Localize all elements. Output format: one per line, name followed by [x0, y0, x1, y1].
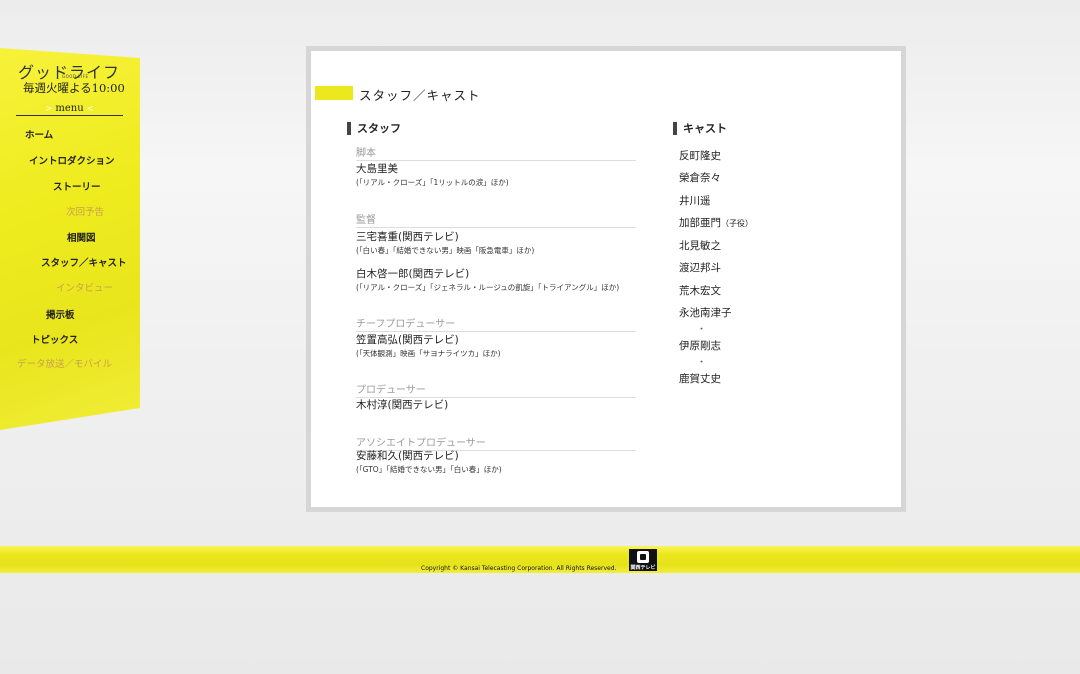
content-card: スタッフ／キャスト スタッフ 脚本 大島里美 (「リアル・クローズ」「1リットル… [306, 46, 906, 512]
copyright: Copyright © Kansai Telecasting Corporati… [421, 565, 617, 572]
menu-label: menu [55, 103, 84, 114]
menu-header: > menu < [16, 103, 123, 116]
cast-member: 加部亜門（子役） [679, 215, 753, 230]
cast-member: 北見敏之 [679, 240, 721, 252]
nav-next-preview[interactable]: 次回予告 [66, 204, 104, 218]
nav-staff-cast[interactable]: スタッフ／キャスト [41, 255, 127, 269]
cast-heading: キャスト [673, 122, 727, 135]
nav-bbs[interactable]: 掲示板 [46, 307, 75, 321]
arrow-left-icon: < [86, 104, 94, 113]
cast-member: 永池南津子 [679, 307, 732, 319]
staff-heading: スタッフ [347, 122, 401, 135]
staff-name: 白木啓一郎(関西テレビ) [356, 268, 470, 280]
staff-name: 大島里美 [356, 163, 398, 175]
cast-member: 井川遥 [679, 195, 711, 207]
show-logo-sub: GOOD LIFE [62, 74, 89, 79]
staff-works: (「リアル・クローズ」「ジェネラル・ルージュの凱旋」「トライアングル」ほか) [356, 283, 620, 292]
staff-name: 木村淳(関西テレビ) [356, 399, 449, 411]
broadcast-time: 毎週火曜よる10:00 [23, 81, 125, 95]
cast-member: 伊原剛志 [679, 340, 721, 352]
staff-works: (「天体観測」映画「サヨナライツカ」ほか) [356, 349, 501, 358]
staff-works: (「リアル・クローズ」「1リットルの涙」ほか) [356, 178, 509, 187]
cast-member: 反町隆史 [679, 150, 721, 162]
staff-name: 三宅喜重(関西テレビ) [356, 231, 459, 243]
staff-works: (「GTO」「結婚できない男」「白い春」ほか) [356, 465, 502, 474]
role-chief-producer: チーフプロデューサー [356, 315, 636, 332]
cast-member: 荒木宏文 [679, 285, 721, 297]
cast-member: 鹿賀丈史 [679, 373, 721, 385]
nav-home[interactable]: ホーム [25, 127, 53, 141]
nav-topics[interactable]: トピックス [31, 332, 78, 346]
cast-name: 加部亜門 [679, 217, 721, 229]
arrow-right-icon: > [45, 104, 53, 113]
role-director: 監督 [356, 211, 636, 228]
cast-member: 渡辺邦斗 [679, 262, 721, 274]
nav-introduction[interactable]: イントロダクション [29, 153, 115, 167]
cast-note: （子役） [721, 219, 753, 228]
cast-separator: ・ [697, 358, 707, 368]
title-accent-bar [315, 86, 353, 100]
nav-relationship-chart[interactable]: 相関図 [67, 230, 96, 244]
role-producer: プロデューサー [356, 381, 636, 398]
cast-member: 榮倉奈々 [679, 172, 721, 184]
page-title: スタッフ／キャスト [359, 88, 481, 103]
nav-story[interactable]: ストーリー [53, 179, 101, 193]
cast-separator: ・ [697, 325, 707, 335]
staff-name: 安藤和久(関西テレビ) [356, 450, 459, 462]
ktv-logo-text: 関西テレビ [630, 565, 656, 571]
kansai-tv-logo[interactable]: 関西テレビ [629, 549, 657, 571]
nav-data-broadcast-mobile[interactable]: データ放送／モバイル [17, 356, 112, 370]
nav-interview[interactable]: インタビュー [56, 280, 113, 294]
staff-works: (「白い春」「結婚できない男」映画「阪急電車」ほか) [356, 246, 535, 255]
role-screenplay: 脚本 [356, 144, 636, 161]
ktv-mark-icon [637, 551, 649, 563]
staff-name: 笠置高弘(関西テレビ) [356, 334, 459, 346]
